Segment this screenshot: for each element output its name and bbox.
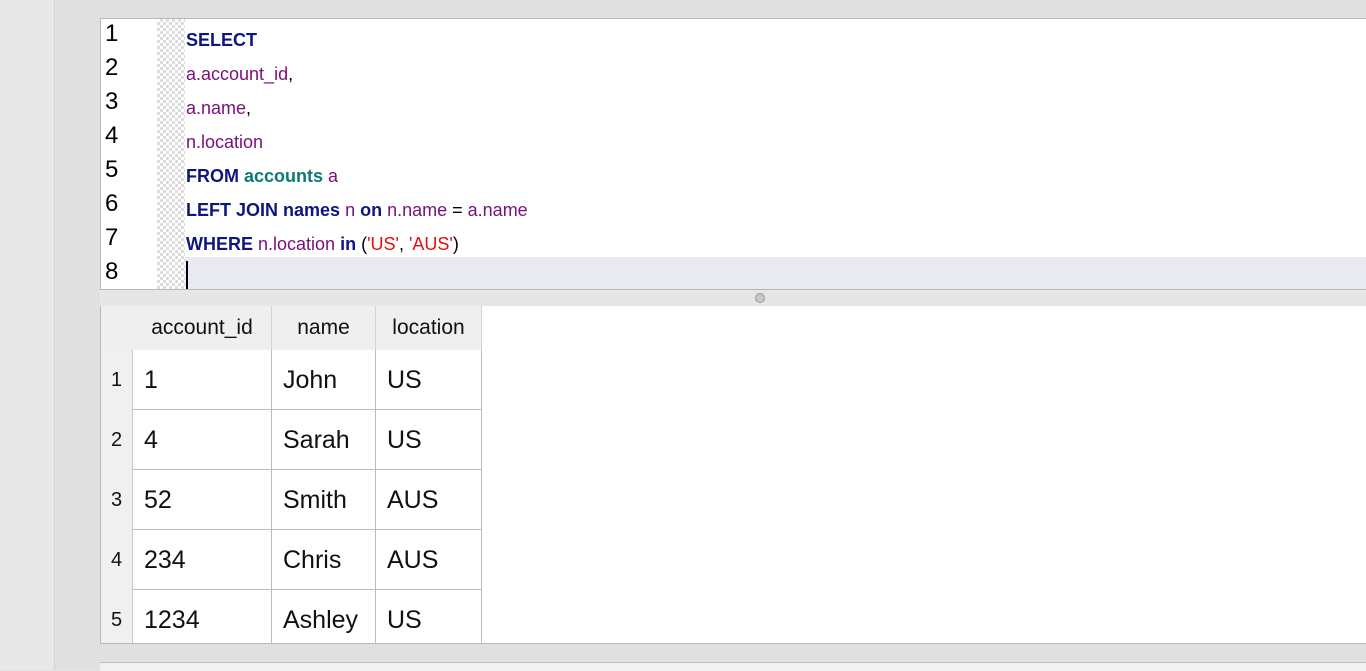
code-line[interactable]: LEFT JOIN names n on n.name = a.name: [186, 193, 528, 227]
cell-account-id[interactable]: 52: [133, 470, 272, 530]
line-number: 4: [105, 122, 119, 149]
code-token: n: [340, 200, 361, 220]
code-line[interactable]: a.account_id,: [186, 57, 293, 91]
cell-name[interactable]: John: [272, 350, 376, 410]
line-number: 6: [105, 190, 119, 217]
code-token: (: [356, 234, 368, 254]
code-line[interactable]: a.name,: [186, 91, 251, 125]
cell-name[interactable]: Chris: [272, 530, 376, 590]
line-number-gutter: 1 2 3 4 5 6 7 8: [101, 19, 157, 289]
code-token: LEFT JOIN: [186, 200, 279, 220]
code-token: WHERE: [186, 234, 253, 254]
code-token: a: [323, 166, 339, 186]
code-token: ): [452, 234, 459, 254]
cell-location[interactable]: US: [376, 590, 482, 643]
current-line-highlight: [185, 257, 1366, 289]
code-token: a.name: [186, 98, 247, 118]
row-number[interactable]: 3: [101, 470, 133, 530]
code-line[interactable]: SELECT: [186, 23, 257, 57]
code-token: accounts: [244, 166, 324, 186]
code-token: n.name: [382, 200, 448, 220]
cell-location[interactable]: US: [376, 410, 482, 470]
line-number: 3: [105, 88, 119, 115]
editor-margin: [157, 19, 185, 289]
code-token: ,: [288, 64, 294, 84]
cell-account-id[interactable]: 1: [133, 350, 272, 410]
code-token: a.account_id: [186, 64, 289, 84]
column-header-name[interactable]: name: [272, 306, 376, 350]
code-token: FROM: [186, 166, 239, 186]
header-empty-area: [482, 306, 1366, 350]
code-token: n.location: [253, 234, 341, 254]
row-number[interactable]: 2: [101, 410, 133, 470]
line-number: 7: [105, 224, 119, 251]
cell-name[interactable]: Ashley: [272, 590, 376, 643]
line-number: 2: [105, 54, 119, 81]
line-number: 5: [105, 156, 119, 183]
text-caret: [186, 261, 188, 289]
code-line[interactable]: n.location: [186, 125, 263, 159]
cell-location[interactable]: AUS: [376, 530, 482, 590]
code-token: names: [283, 200, 341, 220]
cell-name[interactable]: Sarah: [272, 410, 376, 470]
cell-account-id[interactable]: 234: [133, 530, 272, 590]
code-token: 'AUS': [408, 234, 453, 254]
cell-account-id[interactable]: 4: [133, 410, 272, 470]
code-token: ,: [246, 98, 252, 118]
sql-editor[interactable]: 12345678 SELECT a.account_id, a.name, n.loc…: [100, 18, 1366, 290]
line-number: 1: [105, 20, 119, 47]
code-line[interactable]: WHERE n.location in ('US', 'AUS'): [186, 227, 459, 261]
splitter-handle[interactable]: [755, 293, 765, 303]
pane-splitter[interactable]: [100, 290, 1366, 306]
line-number: 8: [105, 258, 119, 285]
code-token: n.location: [186, 132, 264, 152]
row-number-header: [101, 306, 133, 350]
column-header-account-id[interactable]: account_id: [133, 306, 272, 350]
code-token: ,: [398, 234, 409, 254]
code-line[interactable]: FROM accounts a: [186, 159, 338, 193]
cell-location[interactable]: AUS: [376, 470, 482, 530]
code-token: SELECT: [186, 30, 258, 50]
row-number[interactable]: 5: [101, 590, 133, 643]
code-token: in: [340, 234, 357, 254]
code-token: 'US': [367, 234, 399, 254]
cell-name[interactable]: Smith: [272, 470, 376, 530]
row-number[interactable]: 4: [101, 530, 133, 590]
row-number[interactable]: 1: [101, 350, 133, 410]
left-sidebar-strip: [0, 0, 55, 670]
code-token: =: [447, 200, 468, 220]
results-grid[interactable]: account_id name location 1 1 John US 2 4 Sarah…: [100, 306, 1366, 644]
code-token: a.name: [467, 200, 528, 220]
code-token: on: [360, 200, 383, 220]
cell-location[interactable]: US: [376, 350, 482, 410]
column-header-location[interactable]: location: [376, 306, 482, 350]
cell-account-id[interactable]: 1234: [133, 590, 272, 643]
